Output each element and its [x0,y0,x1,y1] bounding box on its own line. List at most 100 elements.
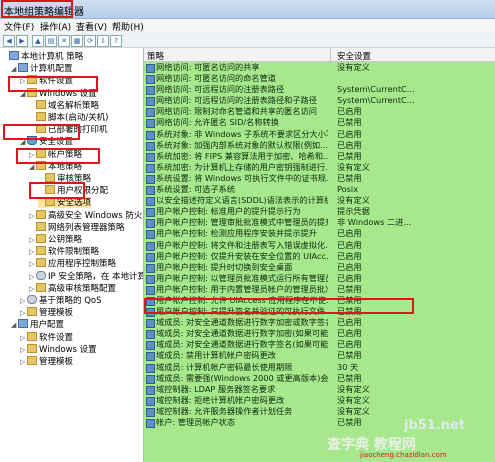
policy-row[interactable]: 系统对象: 加强内部系统对象的默认权限(例如...) 已启用 [144,140,495,151]
policy-row[interactable]: 网络访问: 限制对命名管道和共享的匿名访问 已启用 [144,106,495,118]
column-setting[interactable]: 安全设置 [337,50,371,62]
policy-row[interactable]: 用户帐户控制: 以管理员批准模式运行所有管理员 已启用 [144,273,495,284]
menu-file[interactable]: 文件(F) [4,20,34,33]
expand-arrow-icon[interactable]: ▷ [29,235,36,246]
policy-row[interactable]: 网络访问: 可远程访问的注册表路径和子路径 System\CurrentC... [144,95,495,107]
tree-item[interactable]: 本地计算机 策略 [2,51,83,62]
policy-row[interactable]: 系统加密: 将 FIPS 兼容算法用于加密、哈希和... 已禁用 [144,151,495,162]
column-separator[interactable] [330,48,331,61]
policy-row[interactable]: 用户帐户控制: 将文件和注册表写入错误虚拟化... 已启用 [144,240,495,251]
tree-item[interactable]: 已部署的打印机 [29,124,108,135]
policy-row[interactable]: 系统加密: 为计算机上存储的用户密钥强制进行... 没有定义 [144,162,495,173]
tree-pane: 本地计算机 策略 ◢ 计算机配置 ▷ 软件设置 ◢ Windows 设置 域名解析策略 脚本(启… [0,48,144,462]
expand-arrow-icon[interactable]: ▷ [20,296,27,307]
tree-item[interactable]: 脚本(启动/关机) [29,112,109,123]
policy-row[interactable]: 域成员: 禁用计算机帐户密码更改 已禁用 [144,350,495,362]
tree-item[interactable]: 安全选项 [38,197,92,209]
policy-row[interactable]: 域成员: 对安全通道数据进行数字签名(如果可能) 已启用 [144,339,495,351]
tree-item[interactable]: ▷ 软件限制策略 [29,246,99,257]
tree-item[interactable]: ◢ 安全设置 [20,136,73,147]
up-folder-icon[interactable]: ▲ [32,35,44,47]
tree-item[interactable]: ▷ 软件设置 [20,331,73,344]
tree-item[interactable]: ◢ 本地策略 [29,160,82,173]
policy-row[interactable]: 系统设置: 可选子系统 Posix [144,184,495,196]
tree-item[interactable]: ▷ 基于策略的 QoS [20,295,102,306]
policy-row[interactable]: 域控制器: 允许服务器操作者计划任务 没有定义 [144,406,495,417]
expand-arrow-icon[interactable]: ▷ [20,357,27,368]
tree-item[interactable]: 审核策略 [38,173,91,184]
policy-row[interactable]: 网络访问: 可匿名访问的共享 没有定义 [144,62,495,73]
policy-row[interactable]: 网络访问: 允许匿名 SID/名称转换 已禁用 [144,117,495,129]
tree-item[interactable]: 用户权限分配 [38,185,108,196]
properties-icon[interactable]: ▦ [71,35,83,47]
policy-setting: 已启用 [337,261,362,272]
tree-item[interactable]: ▷ 公钥策略 [29,234,82,245]
policy-icon [146,119,155,129]
folder-icon [27,356,37,365]
export-icon[interactable]: ⇩ [97,35,109,47]
policy-row[interactable]: 系统设置: 将 Windows 可执行文件中的证书规... 已禁用 [144,173,495,184]
policy-row[interactable]: 域成员: 需要强(Windows 2000 或更高版本)会话... 已禁用 [144,373,495,384]
collapse-arrow-icon[interactable]: ◢ [11,320,18,331]
tree-item[interactable]: ▷ 帐户策略 [29,148,82,161]
policy-row[interactable]: 域控制器: LDAP 服务器签名要求 没有定义 [144,384,495,395]
menu-help[interactable]: 帮助(H) [112,20,144,33]
forward-icon[interactable]: ▶ [16,35,28,47]
policy-row[interactable]: 用户帐户控制: 用于内置管理员帐户的管理员批准... 已禁用 [144,284,495,295]
policy-row[interactable]: 用户帐户控制: 标准用户的提升提示行为 提示凭据 [144,206,495,218]
policy-row[interactable]: 系统对象: 非 Windows 子系统不要求区分大小写 已启用 [144,129,495,140]
menu-view[interactable]: 查看(V) [76,20,107,33]
collapse-arrow-icon[interactable]: ◢ [29,162,36,173]
tree-item[interactable]: ◢ Windows 设置 [20,87,97,100]
policy-row[interactable]: 域成员: 对安全通道数据进行数字加密或数字签名... 已启用 [144,317,495,329]
policy-row[interactable]: 域控制器: 拒绝计算机帐户密码更改 没有定义 [144,395,495,406]
collapse-arrow-icon[interactable]: ◢ [20,89,27,100]
policy-row[interactable]: 用户帐户控制: 管理审批批准模式中管理员的提升... 非 Windows 二进..… [144,217,495,229]
policy-row[interactable]: 域成员: 计算机帐户密码最长使用期限 30 天 [144,362,495,373]
expand-arrow-icon[interactable]: ▷ [29,259,36,270]
policy-row[interactable]: 以安全描述符定义语言(SDDL)语法表示的计算机... 没有定义 [144,195,495,207]
back-icon[interactable]: ◀ [3,35,15,47]
policy-row[interactable]: 用户帐户控制: 仅提升安装在安全位置的 UIAcc... 已启用 [144,251,495,262]
collapse-arrow-icon[interactable]: ◢ [11,64,18,75]
tree-item[interactable]: ▷ 应用程序控制策略 [29,258,116,269]
tree-item[interactable]: ▷ IP 安全策略，在 本地计算机 [29,270,144,283]
policy-row[interactable]: 用户帐户控制: 提升时切换到安全桌面 已启用 [144,262,495,273]
expand-arrow-icon[interactable]: ▷ [20,345,27,356]
policy-icon [146,141,155,151]
expand-arrow-icon[interactable]: ▷ [20,333,27,344]
policy-row[interactable]: 用户帐户控制: 检测应用程序安装并提示提升 已启用 [144,228,495,240]
expand-arrow-icon[interactable]: ▷ [20,308,27,319]
tree-item[interactable]: 域名解析策略 [29,99,99,111]
delete-icon[interactable]: ✕ [58,35,70,47]
tree-item[interactable]: ▷ 管理模板 [20,356,73,367]
collapse-arrow-icon[interactable]: ◢ [20,137,27,148]
expand-arrow-icon[interactable]: ▷ [29,272,36,283]
tree-item[interactable]: ▷ 高级审核策略配置 [29,282,116,295]
menu-action[interactable]: 操作(A) [40,20,71,33]
expand-arrow-icon[interactable]: ▷ [29,211,36,222]
policy-row[interactable]: 网络访问: 可匿名访问的命名管道 [144,73,495,85]
tree-item[interactable]: ▷ Windows 设置 [20,343,97,356]
tree-item[interactable]: 网络列表管理器策略 [29,221,125,233]
refresh-icon[interactable]: ⟳ [84,35,96,47]
tree-item[interactable]: ◢ 计算机配置 [11,63,73,74]
tree-item[interactable]: ▷ 管理模板 [20,307,73,318]
expand-arrow-icon[interactable]: ▷ [29,150,36,161]
show-tree-icon[interactable]: ▤ [45,35,57,47]
expand-arrow-icon[interactable]: ▷ [29,247,36,258]
watermark-site: jb51.net [404,418,466,433]
tree-item[interactable]: ▷ 软件设置 [20,75,73,86]
folder-icon [36,99,46,109]
expand-arrow-icon[interactable]: ▷ [29,284,36,295]
tree-item[interactable]: ◢ 用户配置 [11,319,64,330]
tree-item-label: IP 安全策略，在 本地计算机 [48,271,144,282]
help-icon[interactable]: ? [110,35,122,47]
details-pane: 策略 安全设置 网络访问: 可匿名访问的共享 没有定义 网络访问: 可匿名访问的命名… [144,48,495,462]
policy-row[interactable]: 域成员: 对安全通道数据进行数字加密(如果可能) 已启用 [144,328,495,340]
tree-item[interactable]: ▷ 高级安全 Windows 防火墙 [29,209,143,222]
policy-row[interactable]: 网络访问: 可远程访问的注册表路径 System\CurrentC... [144,84,495,96]
tree-item-label: 软件限制策略 [48,247,100,258]
expand-arrow-icon[interactable]: ▷ [20,76,27,87]
column-policy[interactable]: 策略 [147,50,164,62]
